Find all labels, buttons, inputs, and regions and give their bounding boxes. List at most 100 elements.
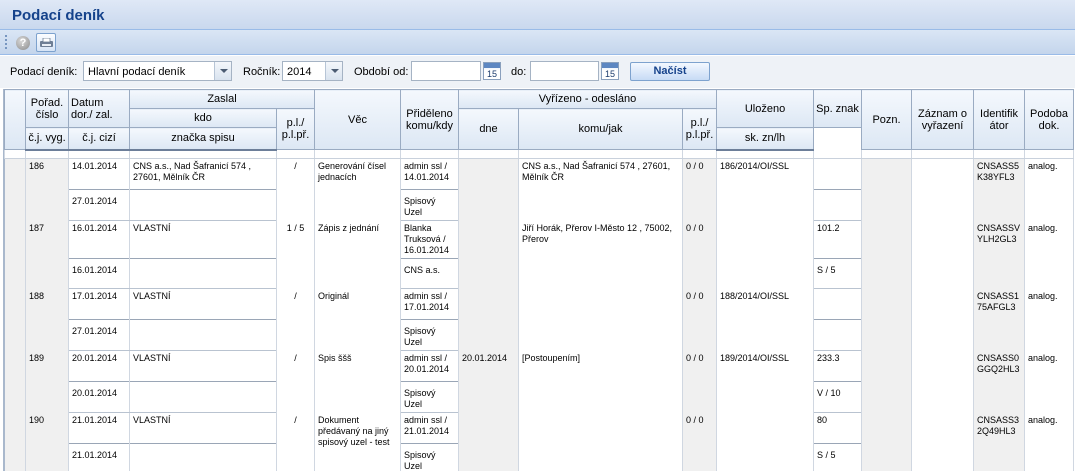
col-header-ulozeno[interactable]: Uloženo [716,89,815,128]
cell-podoba: analog. [1024,220,1075,289]
chevron-down-icon[interactable] [214,62,231,80]
col-header-ident[interactable]: Identifik átor [973,89,1026,150]
load-button[interactable]: Načíst [630,62,710,81]
cell-poradi: 190 [25,412,69,471]
cell-datum-2: 27.01.2014 [68,319,130,351]
period-to-label: do: [511,66,527,78]
help-button[interactable]: ? [13,33,33,52]
cell-pl: / [276,350,315,413]
table-row[interactable]: 190 21.01.2014 VLASTNÍ / Dokument předávaný … [4,412,1075,471]
col-header-kdo[interactable]: kdo [129,108,277,128]
cell-cj-cizi [129,381,277,413]
filter-bar: Podací deník: Hlavní podací deník Ročník… [0,56,1075,88]
col-header-datum[interactable]: Datum dor./ zal. [68,89,130,128]
cell-spznak [813,158,863,190]
journal-select[interactable]: Hlavní podací deník [83,61,232,81]
journal-grid: Pořad. číslo Datum dor./ zal. Zaslal Věc… [3,89,1075,471]
cell-poradi: 189 [25,350,69,413]
table-row[interactable]: 188 17.01.2014 VLASTNÍ / Originál admin ssl /… [4,288,1075,351]
cell-skzn [813,319,863,351]
print-button[interactable] [36,33,56,52]
chevron-down-icon[interactable] [325,62,342,80]
period-to-input[interactable] [530,61,599,81]
cell-komujak [518,288,683,351]
cell-komujak: [Postoupením] [518,350,683,413]
cell-datum: 14.01.2014 [68,158,130,190]
cell-prideleno: admin ssl / 20.01.2014 [400,350,459,382]
cell-cj-cizi [129,443,277,471]
cell-kdo: VLASTNÍ [129,412,277,444]
cell-datum: 20.01.2014 [68,350,130,382]
cell-komujak [518,412,683,471]
cell-ident: CNSASSVYLH2GL3 [973,220,1026,289]
table-row[interactable]: 189 20.01.2014 VLASTNÍ / Spis ššš admin ssl /… [4,350,1075,413]
calendar-icon[interactable]: 15 [601,62,619,80]
cell-prideleno-2: CNS a.s. [400,258,459,289]
print-icon [40,38,53,47]
col-header-vyrizeno: Vyřízeno - odesláno [457,89,718,109]
cell-datum: 16.01.2014 [68,220,130,259]
journal-label: Podací deník: [10,66,78,78]
table-row[interactable]: 186 14.01.2014 CNS a.s., Nad Šafranicí 574… [4,158,1075,221]
year-select-value: 2014 [287,66,312,78]
col-header-vec[interactable]: Věc [314,89,401,150]
cell-row-marker [4,288,26,351]
cell-cj-cizi [129,319,277,351]
cell-prideleno-2: Spisový Uzel [400,189,459,221]
cell-datum: 17.01.2014 [68,288,130,320]
title-bar: Podací deník [0,0,1075,30]
cell-datum-2: 21.01.2014 [68,443,130,471]
col-header-pozn[interactable]: Pozn. [861,89,913,150]
cell-pl2: 0 / 0 [681,220,718,289]
calendar-icon[interactable]: 15 [483,62,501,80]
col-header-skzn[interactable]: sk. zn/lh [716,127,815,151]
cell-spznak: 80 [813,412,863,444]
cell-kdo: VLASTNÍ [129,350,277,382]
col-header-dne[interactable]: dne [458,108,519,150]
cell-prideleno-2: Spisový Uzel [400,381,459,413]
period-from-label: Období od: [354,66,409,78]
journal-select-value: Hlavní podací deník [88,66,186,78]
cell-row-marker [4,412,26,471]
cell-podoba: analog. [1024,288,1075,351]
cell-dne [458,158,519,221]
col-header-komujak[interactable]: komu/jak [518,108,683,150]
cell-poradi: 188 [25,288,69,351]
col-header-cj-cizi[interactable]: č.j. cizí [68,127,130,151]
year-label: Ročník: [243,66,281,78]
col-header-znacka[interactable]: značka spisu [129,127,277,151]
cell-datum-2: 16.01.2014 [68,258,130,289]
col-header-zaznam[interactable]: Záznam o vyřazení [911,89,975,150]
cell-ident: CNSASS32Q49HL3 [973,412,1026,471]
cell-podoba: analog. [1024,158,1075,221]
cell-prideleno-2: Spisový Uzel [400,443,459,471]
cell-dne [458,412,519,471]
table-row[interactable]: 187 16.01.2014 VLASTNÍ 1 / 5 Zápis z jednání… [4,220,1075,289]
col-header-poradi[interactable]: Pořad. číslo [25,89,69,128]
cell-prideleno: Blanka Truksová / 16.01.2014 [400,220,459,259]
cell-zaznam [911,288,975,351]
col-header-pl[interactable]: p.l./ p.l.př. [276,108,315,150]
cell-komujak: Jiří Horák, Přerov I-Město 12 , 75002, P… [518,220,683,289]
cell-dne: 20.01.2014 [458,350,519,413]
cell-ulozeno: 186/2014/OI/SSL [716,158,815,221]
col-header-zaslal: Zaslal [129,89,315,109]
page-title: Podací deník [12,7,105,24]
year-select[interactable]: 2014 [282,61,343,81]
cell-dne [458,220,519,289]
period-from-input[interactable] [411,61,481,81]
col-header-pl2[interactable]: p.l./ p.l.př. [681,108,718,150]
cell-vec: Originál [314,288,401,351]
cell-dne [458,288,519,351]
col-header-cj-vyg[interactable]: č.j. vyg. [25,127,69,151]
cell-row-marker [4,158,26,221]
col-header-prideleno[interactable]: Přiděleno komu/kdy [400,89,459,150]
calendar-day: 15 [486,69,497,79]
cell-datum-2: 27.01.2014 [68,189,130,221]
cell-prideleno: admin ssl / 21.01.2014 [400,412,459,444]
cell-zaznam [911,158,975,221]
cell-pozn [861,412,913,471]
col-header-spznak[interactable]: Sp. znak [813,89,863,128]
cell-pl2: 0 / 0 [681,288,718,351]
col-header-podoba[interactable]: Podoba dok. [1024,89,1075,150]
